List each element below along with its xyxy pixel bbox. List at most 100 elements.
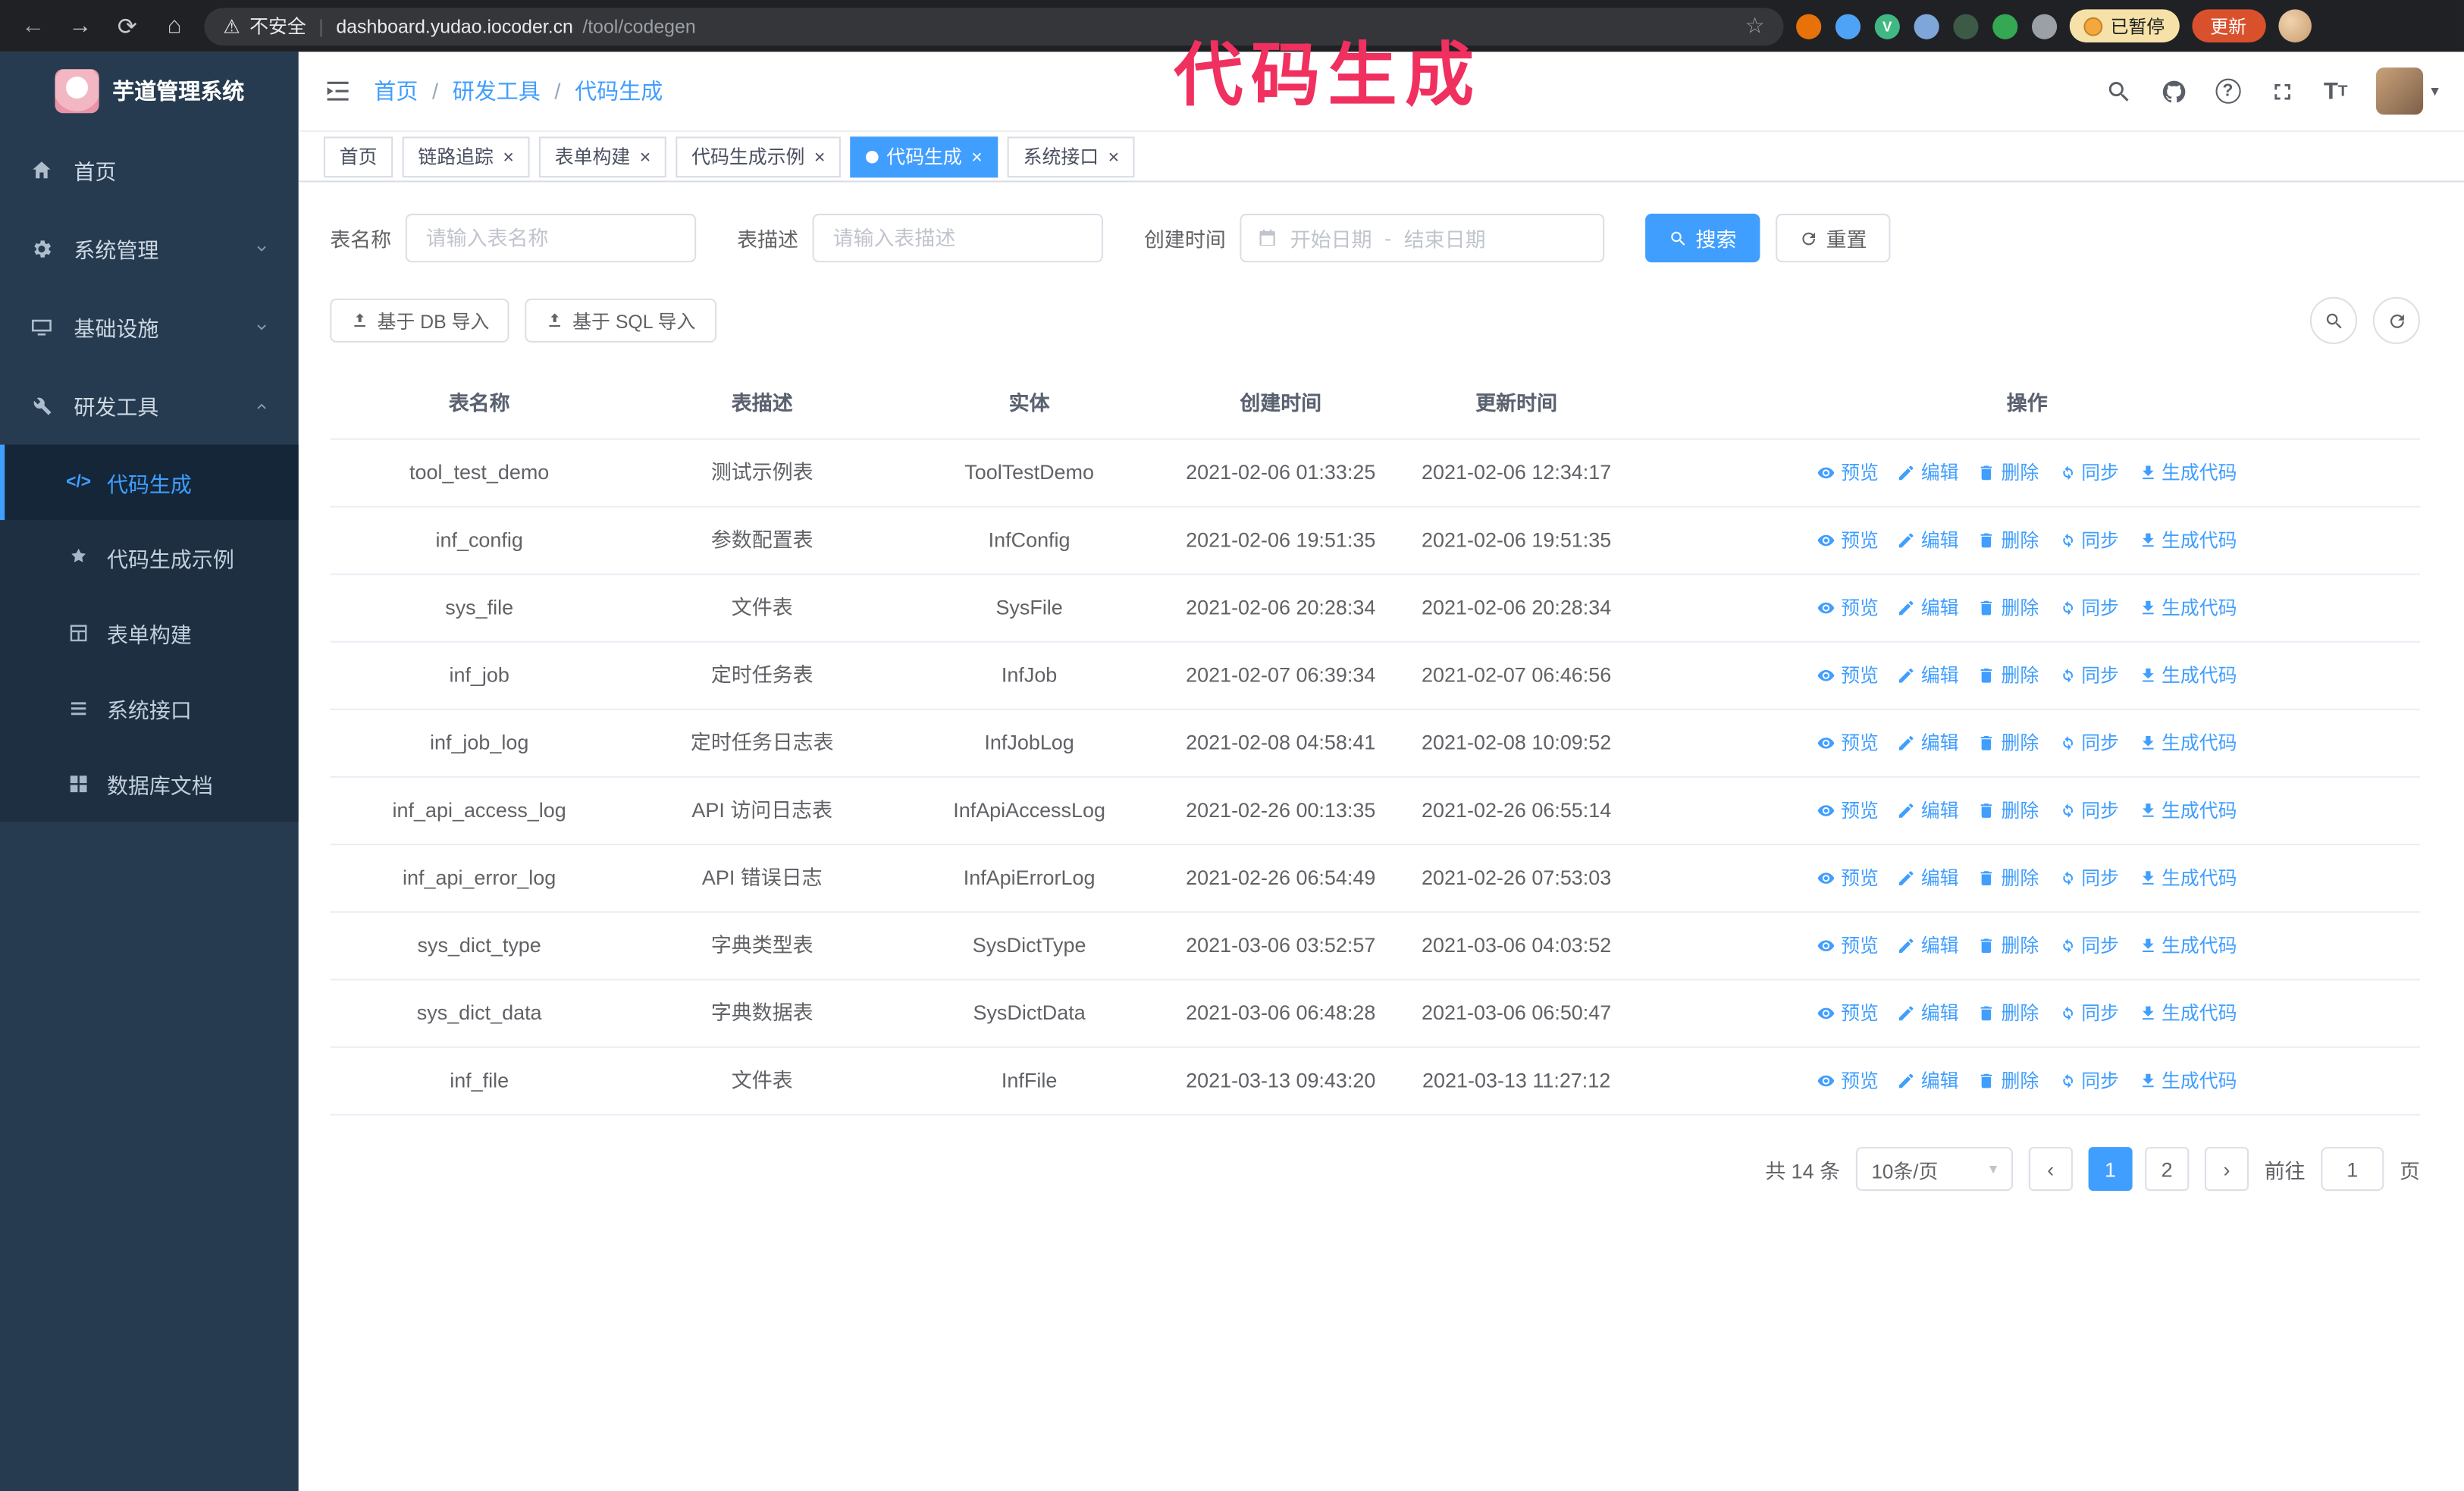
op-edit-link[interactable]: 编辑 bbox=[1898, 930, 1959, 961]
op-preview-link[interactable]: 预览 bbox=[1817, 457, 1879, 488]
page-size-select[interactable]: 10条/页 ▾ bbox=[1855, 1147, 2014, 1192]
op-sync-link[interactable]: 同步 bbox=[2058, 863, 2119, 894]
table-desc-input[interactable] bbox=[812, 213, 1104, 263]
browser-home-icon[interactable]: ⌂ bbox=[157, 13, 192, 39]
close-icon[interactable]: × bbox=[971, 146, 983, 168]
tab-form-builder[interactable]: 表单构建 × bbox=[539, 136, 666, 177]
op-delete-link[interactable]: 删除 bbox=[1977, 592, 2039, 623]
sidebar-subitem-system-api[interactable]: 系统接口 bbox=[0, 671, 299, 746]
op-sync-link[interactable]: 同步 bbox=[2058, 525, 2119, 556]
op-generate-link[interactable]: 生成代码 bbox=[2138, 863, 2237, 894]
op-delete-link[interactable]: 删除 bbox=[1977, 795, 2039, 826]
sidebar-item-infra[interactable]: 基础设施 bbox=[0, 287, 299, 366]
extension-accounts-icon[interactable] bbox=[1914, 13, 1939, 39]
browser-forward-icon[interactable]: → bbox=[63, 13, 98, 39]
op-sync-link[interactable]: 同步 bbox=[2058, 457, 2119, 488]
op-preview-link[interactable]: 预览 bbox=[1817, 592, 1879, 623]
op-delete-link[interactable]: 删除 bbox=[1977, 457, 2039, 488]
op-edit-link[interactable]: 编辑 bbox=[1898, 592, 1959, 623]
user-avatar[interactable]: ▾ bbox=[2375, 67, 2439, 115]
extension-puzzle-icon[interactable] bbox=[2032, 13, 2058, 39]
op-edit-link[interactable]: 编辑 bbox=[1898, 660, 1959, 691]
close-icon[interactable]: × bbox=[640, 146, 651, 168]
browser-profile-avatar[interactable] bbox=[2277, 9, 2311, 42]
op-delete-link[interactable]: 删除 bbox=[1977, 525, 2039, 556]
op-sync-link[interactable]: 同步 bbox=[2058, 930, 2119, 961]
search-button[interactable]: 搜索 bbox=[1645, 213, 1760, 263]
op-generate-link[interactable]: 生成代码 bbox=[2138, 592, 2237, 623]
op-edit-link[interactable]: 编辑 bbox=[1898, 795, 1959, 826]
font-size-icon[interactable]: TT bbox=[2324, 78, 2348, 105]
help-icon[interactable]: ? bbox=[2215, 78, 2241, 104]
op-preview-link[interactable]: 预览 bbox=[1817, 795, 1879, 826]
op-preview-link[interactable]: 预览 bbox=[1817, 1065, 1879, 1096]
tab-system-api[interactable]: 系统接口 × bbox=[1007, 136, 1135, 177]
github-icon[interactable] bbox=[2160, 78, 2187, 105]
op-edit-link[interactable]: 编辑 bbox=[1898, 1065, 1959, 1096]
browser-reload-icon[interactable]: ⟳ bbox=[110, 12, 145, 40]
pager-next-button[interactable]: › bbox=[2204, 1147, 2249, 1192]
app-logo[interactable]: 芋道管理系统 bbox=[0, 52, 299, 130]
op-sync-link[interactable]: 同步 bbox=[2058, 728, 2119, 759]
breadcrumb-home[interactable]: 首页 bbox=[374, 75, 418, 106]
pager-page-2[interactable]: 2 bbox=[2145, 1147, 2190, 1192]
op-generate-link[interactable]: 生成代码 bbox=[2138, 525, 2237, 556]
close-icon[interactable]: × bbox=[1108, 146, 1120, 168]
browser-update-button[interactable]: 更新 bbox=[2191, 9, 2265, 42]
op-delete-link[interactable]: 删除 bbox=[1977, 863, 2039, 894]
tab-codegen[interactable]: 代码生成 × bbox=[850, 136, 998, 177]
op-edit-link[interactable]: 编辑 bbox=[1898, 998, 1959, 1029]
create-time-range-picker[interactable]: 开始日期 - 结束日期 bbox=[1240, 213, 1605, 263]
extension-leaf-icon[interactable] bbox=[1992, 13, 2018, 39]
op-generate-link[interactable]: 生成代码 bbox=[2138, 930, 2237, 961]
op-sync-link[interactable]: 同步 bbox=[2058, 795, 2119, 826]
browser-back-icon[interactable]: ← bbox=[16, 13, 51, 39]
op-preview-link[interactable]: 预览 bbox=[1817, 525, 1879, 556]
reset-button[interactable]: 重置 bbox=[1776, 213, 1891, 263]
sidebar-item-devtools[interactable]: 研发工具 bbox=[0, 366, 299, 445]
tab-trace[interactable]: 链路追踪 × bbox=[402, 136, 530, 177]
pager-page-1[interactable]: 1 bbox=[2088, 1147, 2133, 1192]
tab-home[interactable]: 首页 bbox=[323, 136, 393, 177]
op-sync-link[interactable]: 同步 bbox=[2058, 998, 2119, 1029]
header-search-icon[interactable] bbox=[2105, 78, 2132, 105]
op-sync-link[interactable]: 同步 bbox=[2058, 592, 2119, 623]
op-delete-link[interactable]: 删除 bbox=[1977, 998, 2039, 1029]
sidebar-subitem-db-doc[interactable]: 数据库文档 bbox=[0, 747, 299, 822]
sidebar-subitem-form-builder[interactable]: 表单构建 bbox=[0, 596, 299, 671]
refresh-table-button[interactable] bbox=[2372, 296, 2420, 344]
sidebar-toggle-icon[interactable] bbox=[324, 77, 352, 105]
op-preview-link[interactable]: 预览 bbox=[1817, 660, 1879, 691]
op-generate-link[interactable]: 生成代码 bbox=[2138, 660, 2237, 691]
op-edit-link[interactable]: 编辑 bbox=[1898, 863, 1959, 894]
paused-chip[interactable]: 已暂停 bbox=[2069, 9, 2179, 42]
extension-orange-icon[interactable] bbox=[1796, 13, 1822, 39]
op-generate-link[interactable]: 生成代码 bbox=[2138, 795, 2237, 826]
sidebar-item-home[interactable]: 首页 bbox=[0, 130, 299, 209]
extension-dark-green-icon[interactable] bbox=[1953, 13, 1979, 39]
op-generate-link[interactable]: 生成代码 bbox=[2138, 457, 2237, 488]
extension-blue-drop-icon[interactable] bbox=[1835, 13, 1861, 39]
op-preview-link[interactable]: 预览 bbox=[1817, 998, 1879, 1029]
op-edit-link[interactable]: 编辑 bbox=[1898, 728, 1959, 759]
op-delete-link[interactable]: 删除 bbox=[1977, 1065, 2039, 1096]
address-bar[interactable]: ⚠ 不安全 | dashboard.yudao.iocoder.cn/tool/… bbox=[204, 7, 1784, 45]
op-edit-link[interactable]: 编辑 bbox=[1898, 457, 1959, 488]
sidebar-subitem-codegen[interactable]: </> 代码生成 bbox=[0, 444, 299, 521]
sidebar-subitem-codegen-example[interactable]: 代码生成示例 bbox=[0, 520, 299, 595]
op-generate-link[interactable]: 生成代码 bbox=[2138, 998, 2237, 1029]
op-sync-link[interactable]: 同步 bbox=[2058, 1065, 2119, 1096]
op-edit-link[interactable]: 编辑 bbox=[1898, 525, 1959, 556]
op-delete-link[interactable]: 删除 bbox=[1977, 728, 2039, 759]
tab-codegen-example[interactable]: 代码生成示例 × bbox=[676, 136, 842, 177]
fullscreen-icon[interactable] bbox=[2268, 78, 2295, 105]
op-generate-link[interactable]: 生成代码 bbox=[2138, 728, 2237, 759]
import-db-button[interactable]: 基于 DB 导入 bbox=[330, 298, 510, 343]
close-icon[interactable]: × bbox=[814, 146, 826, 168]
table-name-input[interactable] bbox=[405, 213, 697, 263]
close-icon[interactable]: × bbox=[503, 146, 514, 168]
sidebar-item-system[interactable]: 系统管理 bbox=[0, 209, 299, 288]
op-preview-link[interactable]: 预览 bbox=[1817, 863, 1879, 894]
pager-goto-input[interactable] bbox=[2321, 1147, 2384, 1192]
bookmark-star-icon[interactable]: ☆ bbox=[1745, 13, 1765, 39]
